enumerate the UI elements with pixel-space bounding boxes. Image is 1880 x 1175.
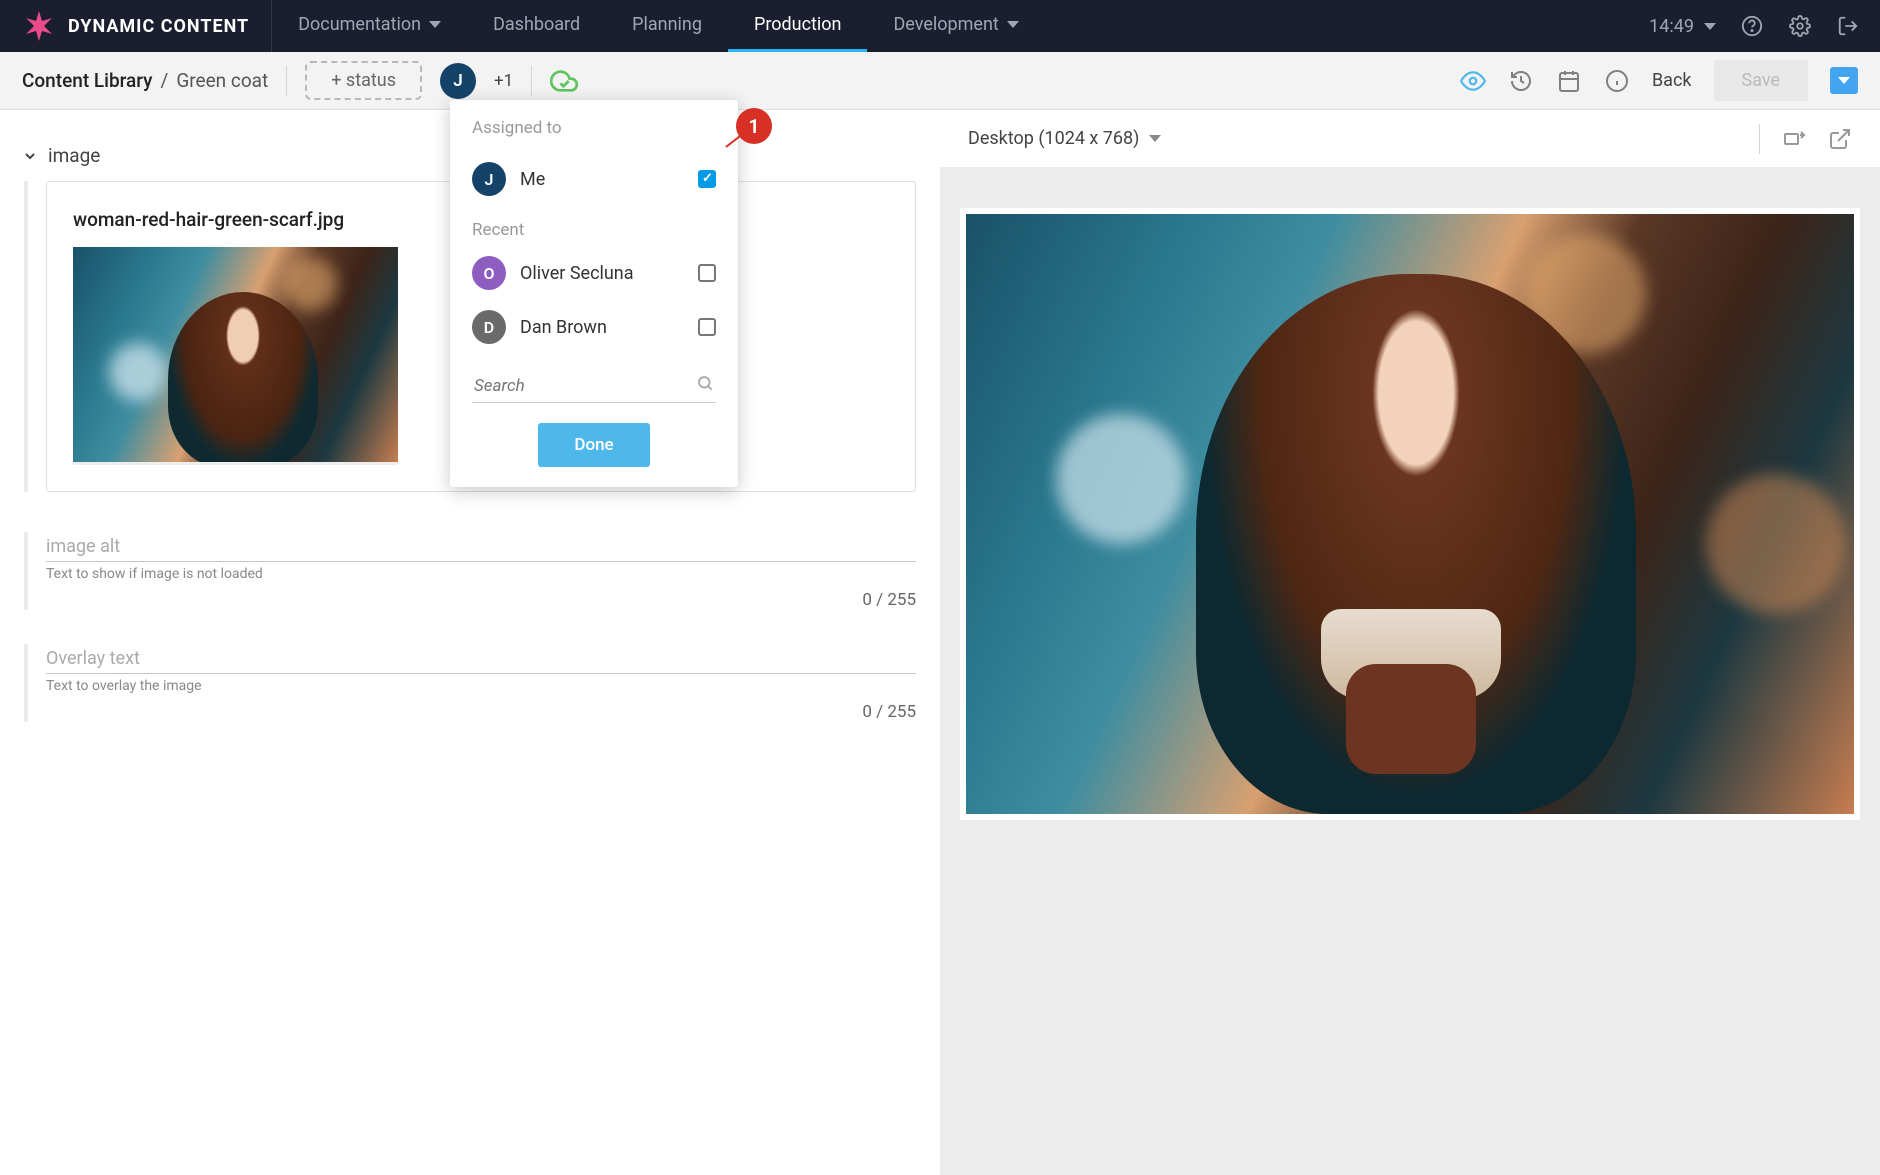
time-value: 14:49: [1649, 16, 1694, 37]
nav-label: Planning: [632, 14, 702, 35]
annotation-badge: 1: [736, 108, 772, 144]
image-alt-field: Text to show if image is not loaded 0 / …: [24, 532, 916, 610]
preview-image: [966, 214, 1854, 814]
chevron-down-icon: [1007, 21, 1019, 28]
nav-development[interactable]: Development: [867, 0, 1044, 52]
device-selector[interactable]: Desktop (1024 x 768): [968, 128, 1161, 149]
popover-title: Assigned to: [450, 118, 738, 152]
avatar: J: [472, 162, 506, 196]
divider: [1759, 124, 1760, 154]
divider: [531, 66, 532, 96]
assignee-checkbox[interactable]: [698, 170, 716, 188]
preview-toolbar: Desktop (1024 x 768): [940, 110, 1880, 168]
assignee-checkbox[interactable]: [698, 264, 716, 282]
image-alt-hint: Text to show if image is not loaded: [46, 566, 916, 582]
assignee-row[interactable]: D Dan Brown: [450, 300, 738, 354]
search-icon: [696, 374, 714, 392]
image-alt-counter: 0 / 255: [46, 590, 916, 610]
chevron-down-icon: [429, 21, 441, 28]
assignee-row-me[interactable]: J Me: [450, 152, 738, 206]
breadcrumb-leaf: Green coat: [176, 69, 268, 92]
calendar-icon[interactable]: [1556, 68, 1582, 94]
breadcrumb-root[interactable]: Content Library: [22, 69, 152, 92]
app-header: DYNAMIC CONTENT Documentation Dashboard …: [0, 0, 1880, 52]
overlay-text-field: Text to overlay the image 0 / 255: [24, 644, 916, 722]
assignee-row[interactable]: O Oliver Secluna: [450, 246, 738, 300]
recent-title: Recent: [450, 206, 738, 246]
assignee-avatar[interactable]: J: [440, 63, 476, 99]
status-chip[interactable]: + status: [305, 61, 422, 100]
brand-name: DYNAMIC CONTENT: [68, 16, 249, 37]
section-label: image: [48, 144, 100, 167]
overlay-text-counter: 0 / 255: [46, 702, 916, 722]
nav-label: Production: [754, 14, 842, 35]
main-area: image woman-red-hair-green-scarf.jpg Tex…: [0, 110, 1880, 1175]
gear-icon[interactable]: [1788, 14, 1812, 38]
done-button[interactable]: Done: [538, 423, 649, 467]
nav-label: Documentation: [298, 14, 421, 35]
nav-production[interactable]: Production: [728, 0, 868, 52]
brand-logo-icon: [22, 9, 56, 43]
overlay-text-hint: Text to overlay the image: [46, 678, 916, 694]
assignee-name: Me: [520, 169, 684, 190]
subheader-actions: Back Save: [1460, 60, 1858, 101]
header-right: 14:49: [1629, 14, 1880, 38]
nav-dashboard[interactable]: Dashboard: [467, 0, 606, 52]
chevron-down-icon: [1704, 23, 1716, 30]
nav-documentation[interactable]: Documentation: [272, 0, 467, 52]
device-label: Desktop (1024 x 768): [968, 128, 1139, 149]
assignee-search: [472, 370, 716, 403]
nav-label: Development: [893, 14, 998, 35]
preview-actions: [1759, 124, 1852, 154]
assignee-name: Oliver Secluna: [520, 263, 684, 284]
nav-planning[interactable]: Planning: [606, 0, 728, 52]
breadcrumb: Content Library / Green coat: [22, 69, 268, 92]
nav-label: Dashboard: [493, 14, 580, 35]
logout-icon[interactable]: [1836, 14, 1860, 38]
info-icon[interactable]: [1604, 68, 1630, 94]
assignee-more[interactable]: +1: [494, 71, 513, 91]
preview-panel: Desktop (1024 x 768): [940, 110, 1880, 1175]
assignee-popover: Assigned to J Me Recent O Oliver Secluna…: [450, 100, 738, 487]
avatar: O: [472, 256, 506, 290]
chevron-down-icon: [1149, 135, 1161, 142]
open-external-icon[interactable]: [1828, 127, 1852, 151]
preview-frame: [960, 208, 1860, 820]
back-button[interactable]: Back: [1652, 70, 1692, 91]
brand-area: DYNAMIC CONTENT: [0, 0, 272, 52]
save-dropdown[interactable]: [1830, 67, 1858, 94]
image-thumbnail: [73, 247, 398, 465]
image-alt-input[interactable]: [46, 532, 916, 562]
save-button[interactable]: Save: [1714, 60, 1809, 101]
top-nav: Documentation Dashboard Planning Product…: [272, 0, 1045, 52]
search-input[interactable]: [472, 370, 716, 403]
divider: [286, 66, 287, 96]
assignee-checkbox[interactable]: [698, 318, 716, 336]
help-icon[interactable]: [1740, 14, 1764, 38]
chevron-down-icon: [1838, 77, 1850, 84]
assignee-name: Dan Brown: [520, 317, 684, 338]
preview-canvas: [940, 168, 1880, 1175]
breadcrumb-sep: /: [160, 69, 168, 92]
cloud-sync-icon[interactable]: [550, 67, 578, 95]
rotate-icon[interactable]: [1782, 127, 1806, 151]
sub-header: Content Library / Green coat + status J …: [0, 52, 1880, 110]
overlay-text-input[interactable]: [46, 644, 916, 674]
history-icon[interactable]: [1508, 68, 1534, 94]
time-display[interactable]: 14:49: [1649, 16, 1716, 37]
eye-icon[interactable]: [1460, 68, 1486, 94]
avatar: D: [472, 310, 506, 344]
chevron-down-icon: [22, 148, 38, 164]
